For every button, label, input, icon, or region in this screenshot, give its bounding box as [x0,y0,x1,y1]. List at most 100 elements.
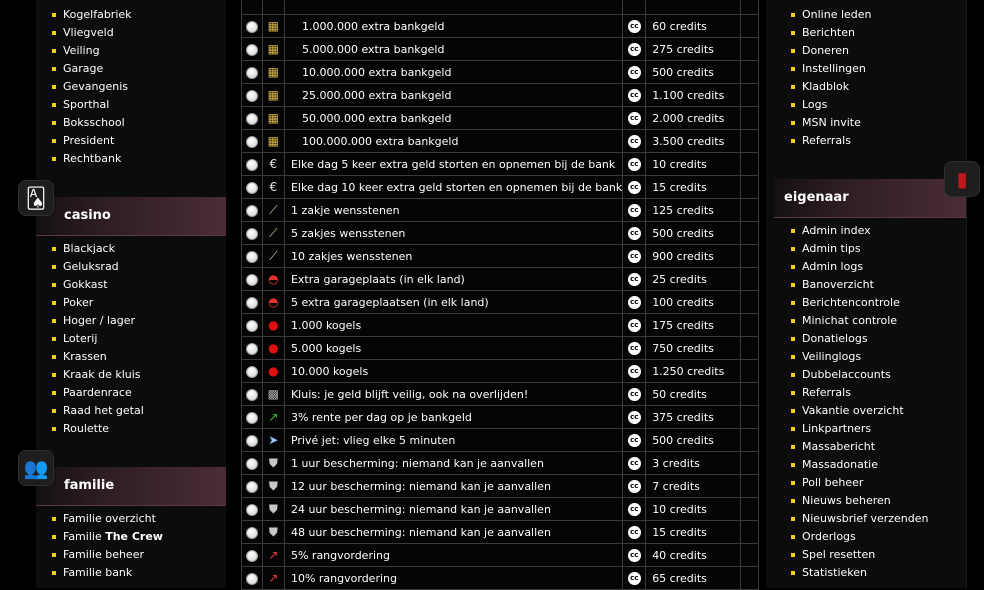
table-row[interactable]: ⟋ 5 zakjes wensstenen cc 500 credits [241,221,759,245]
table-row[interactable]: ⛊ 24 uur bescherming: niemand kan je aanv… [241,497,759,521]
nav-item-label[interactable]: Massadonatie [802,456,878,474]
table-row[interactable]: ▩ Kluis: je geld blijft veilig, ook na ov… [241,382,759,406]
left-nav-item[interactable]: Garage [52,60,132,78]
casino-nav-item[interactable]: Blackjack [52,240,144,258]
table-row[interactable]: ▦ 1.000.000 extra bankgeld cc 60 credits [241,14,759,38]
casino-nav-item[interactable]: Paardenrace [52,384,144,402]
nav-item-label[interactable]: MSN invite [802,114,861,132]
table-row[interactable]: ▦ 100.000.000 extra bankgeld cc 3.500 credi… [241,129,759,153]
nav-item-label[interactable]: Banoverzicht [802,276,874,294]
nav-item-label[interactable]: Online leden [802,6,872,24]
select-radio[interactable] [245,319,258,332]
table-row[interactable]: ⟋ 1 zakje wensstenen cc 125 credits [241,198,759,222]
nav-item-label[interactable]: Veiling [63,42,100,60]
select-radio[interactable] [245,66,258,79]
casino-nav-item[interactable]: Geluksrad [52,258,144,276]
table-row[interactable]: ↗ 5% rangvordering cc 40 credits [241,543,759,567]
select-cell[interactable] [241,129,263,153]
select-radio[interactable] [245,572,258,585]
nav-item-label[interactable]: Admin logs [802,258,863,276]
select-radio[interactable] [245,204,258,217]
nav-item-label[interactable]: Admin index [802,222,871,240]
select-cell[interactable] [241,428,263,452]
nav-item-label[interactable]: Linkpartners [802,420,871,438]
table-row[interactable]: ▦ 5.000.000 extra bankgeld cc 275 credits [241,37,759,61]
nav-item-label[interactable]: Raad het getal [63,402,144,420]
right-nav-item[interactable]: Berichten [791,24,872,42]
nav-item-label[interactable]: Roulette [63,420,109,438]
nav-item-label[interactable]: Gevangenis [63,78,128,96]
eigenaar-nav-item[interactable]: Vakantie overzicht [791,402,928,420]
eigenaar-nav-item[interactable]: Spel resetten [791,546,928,564]
nav-item-label[interactable]: President [63,132,114,150]
left-nav-item[interactable]: Sporthal [52,96,132,114]
eigenaar-nav-item[interactable]: Admin logs [791,258,928,276]
nav-item-label[interactable]: Nieuwsbrief verzenden [802,510,928,528]
nav-item-label[interactable]: Spel resetten [802,546,875,564]
select-radio[interactable] [245,457,258,470]
casino-nav-item[interactable]: Poker [52,294,144,312]
select-cell[interactable] [241,244,263,268]
nav-item-label[interactable]: Paardenrace [63,384,132,402]
left-nav-item[interactable]: Gevangenis [52,78,132,96]
nav-item-label[interactable]: Logs [802,96,827,114]
select-radio[interactable] [245,296,258,309]
select-cell[interactable] [241,359,263,383]
nav-item-label[interactable]: Doneren [802,42,849,60]
eigenaar-nav-item[interactable]: Minichat controle [791,312,928,330]
table-row[interactable]: ● 1.000 kogels cc 175 credits [241,313,759,337]
nav-item-label[interactable]: Vliegveld [63,24,114,42]
eigenaar-nav-item[interactable]: Nieuws beheren [791,492,928,510]
right-nav-item[interactable]: Online leden [791,6,872,24]
nav-item-label[interactable]: Poll beheer [802,474,863,492]
nav-item-label[interactable]: Sporthal [63,96,109,114]
eigenaar-nav-item[interactable]: Dubbelaccounts [791,366,928,384]
table-row[interactable]: ⛊ 12 uur bescherming: niemand kan je aanv… [241,474,759,498]
select-cell[interactable] [241,83,263,107]
nav-item-label[interactable]: Kogelfabriek [63,6,132,24]
select-cell[interactable] [241,221,263,245]
nav-item-label[interactable]: Dubbelaccounts [802,366,891,384]
table-row[interactable]: € Elke dag 10 keer extra geld storten en … [241,175,759,199]
eigenaar-nav-item[interactable]: Nieuwsbrief verzenden [791,510,928,528]
eigenaar-nav-item[interactable]: Linkpartners [791,420,928,438]
select-radio[interactable] [245,503,258,516]
eigenaar-nav-item[interactable]: Admin tips [791,240,928,258]
nav-item-label[interactable]: Geluksrad [63,258,119,276]
left-nav-item[interactable]: Vliegveld [52,24,132,42]
select-radio[interactable] [245,480,258,493]
select-radio[interactable] [245,388,258,401]
casino-nav-item[interactable]: Krassen [52,348,144,366]
nav-item-label[interactable]: Blackjack [63,240,115,258]
nav-item-label[interactable]: Familie bank [63,564,132,582]
select-cell[interactable] [241,14,263,38]
eigenaar-nav-item[interactable]: Orderlogs [791,528,928,546]
nav-item-label[interactable]: Minichat controle [802,312,897,330]
right-nav-item[interactable]: Referrals [791,132,872,150]
eigenaar-nav-item[interactable]: Donatielogs [791,330,928,348]
right-nav-item[interactable]: Doneren [791,42,872,60]
table-row[interactable]: ◓ 5 extra garageplaatsen (in elk land) cc 1… [241,290,759,314]
select-radio[interactable] [245,365,258,378]
nav-item-label[interactable]: Rechtbank [63,150,121,168]
nav-item-label[interactable]: Garage [63,60,103,78]
eigenaar-nav-item[interactable]: Veilinglogs [791,348,928,366]
table-row[interactable]: ▦ 10.000.000 extra bankgeld cc 500 credits [241,60,759,84]
nav-item-label[interactable]: Berichten [802,24,855,42]
select-cell[interactable] [241,60,263,84]
left-nav-item[interactable]: Rechtbank [52,150,132,168]
nav-item-label[interactable]: Referrals [802,132,851,150]
nav-item-label[interactable]: Veilinglogs [802,348,861,366]
table-row[interactable]: ▦ 25.000.000 extra bankgeld cc 1.100 credit… [241,83,759,107]
casino-nav-item[interactable]: Kraak de kluis [52,366,144,384]
select-cell[interactable] [241,474,263,498]
nav-item-label[interactable]: Instellingen [802,60,866,78]
table-row[interactable]: ➤ Privé jet: vlieg elke 5 minuten cc 500 cr… [241,428,759,452]
eigenaar-nav-item[interactable]: Admin index [791,222,928,240]
select-cell[interactable] [241,566,263,590]
select-radio[interactable] [245,526,258,539]
nav-item-label[interactable]: Familie beheer [63,546,144,564]
select-cell[interactable] [241,451,263,475]
table-row[interactable]: ⛊ 48 uur bescherming: niemand kan je aanv… [241,520,759,544]
table-row[interactable]: ◓ Extra garageplaats (in elk land) cc 25 cr… [241,267,759,291]
